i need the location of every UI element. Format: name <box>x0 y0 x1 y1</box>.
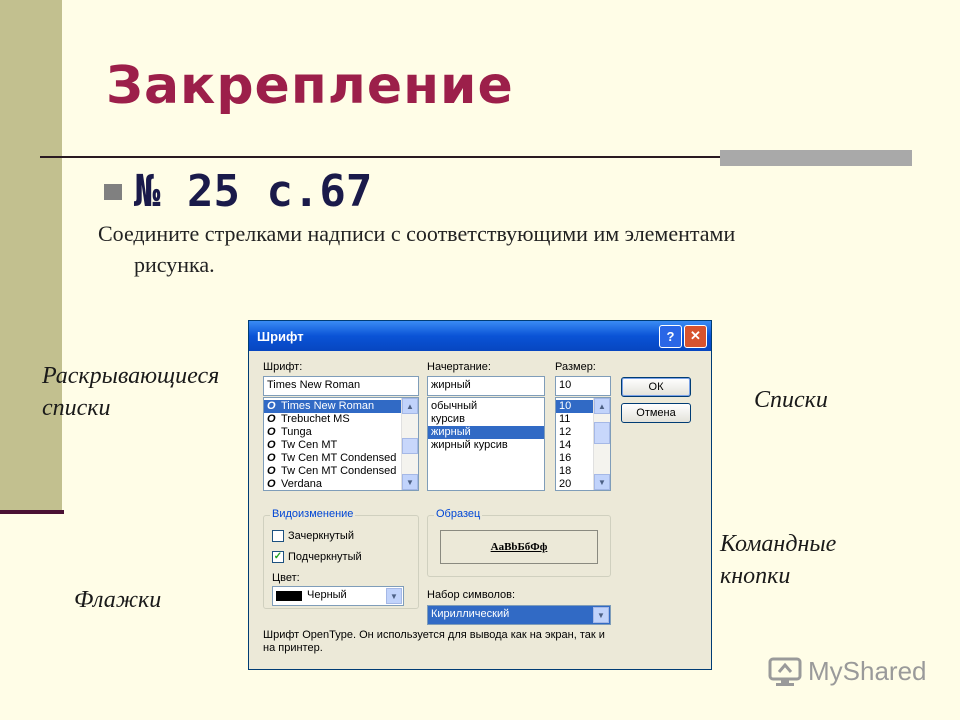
size-label: Размер: <box>555 361 596 373</box>
sample-preview: AaBbБбФф <box>440 530 598 564</box>
font-list-item-label: Tw Cen MT Condensed <box>281 452 397 464</box>
strikeout-label: Зачеркнутый <box>288 530 354 542</box>
scroll-up-icon[interactable]: ▲ <box>594 398 610 414</box>
scroll-thumb[interactable] <box>402 438 418 454</box>
opentype-font-icon: O <box>267 413 276 425</box>
opentype-font-icon: O <box>267 439 276 451</box>
scroll-down-icon[interactable]: ▼ <box>594 474 610 490</box>
font-list[interactable]: O Times New Roman O Trebuchet MS O Tunga O Tw C… <box>263 397 419 491</box>
font-list-item-label: Tw Cen MT <box>281 439 338 451</box>
ok-button[interactable]: ОК <box>621 377 691 397</box>
font-list-item[interactable]: O Verdana <box>264 478 418 490</box>
font-description: Шрифт OpenType. Он используется для выво… <box>263 629 605 654</box>
style-list-item-label: жирный <box>431 426 471 438</box>
font-name-field[interactable]: Times New Roman <box>263 376 419 396</box>
opentype-font-icon: O <box>267 400 276 412</box>
scroll-up-icon[interactable]: ▲ <box>402 398 418 414</box>
opentype-font-icon: O <box>267 426 276 438</box>
chevron-down-icon[interactable]: ▼ <box>386 588 402 604</box>
watermark-text: MyShared <box>808 656 927 686</box>
title-rule-accent <box>720 150 912 166</box>
color-select[interactable]: Черный ▼ <box>272 586 404 606</box>
screen-icon <box>768 657 802 687</box>
font-list-item[interactable]: O Tunga <box>264 426 418 439</box>
font-list-item-label: Times New Roman <box>281 400 375 412</box>
style-list-item-label: курсив <box>431 413 465 425</box>
cancel-button[interactable]: Отмена <box>621 403 691 423</box>
label-lists: Списки <box>754 387 828 413</box>
size-list-scrollbar[interactable]: ▲ ▼ <box>593 398 610 490</box>
charset-label: Набор символов: <box>427 589 516 601</box>
sample-text: AaBbБбФф <box>490 541 548 553</box>
strikeout-checkbox-row[interactable]: Зачеркнутый <box>272 530 354 543</box>
underline-checkbox-row[interactable]: ✓ Подчеркнутый <box>272 551 362 564</box>
font-list-item[interactable]: O Tw Cen MT <box>264 439 418 452</box>
opentype-font-icon: O <box>267 465 276 477</box>
font-label: Шрифт: <box>263 361 303 373</box>
strikeout-checkbox[interactable] <box>272 530 284 543</box>
font-list-scrollbar[interactable]: ▲ ▼ <box>401 398 418 490</box>
style-field[interactable]: жирный <box>427 376 545 396</box>
font-list-item[interactable]: O Tw Cen MT Condensed <box>264 465 418 478</box>
close-button[interactable]: ✕ <box>684 324 707 348</box>
charset-value: Кириллический <box>431 608 510 620</box>
opentype-font-icon: O <box>267 478 276 490</box>
watermark: MyShared <box>768 656 927 687</box>
size-list-item-label: 16 <box>559 452 572 464</box>
font-list-item[interactable]: O Tw Cen MT Condensed <box>264 452 418 465</box>
font-list-item[interactable]: O Times New Roman <box>264 400 418 413</box>
style-list-item[interactable]: курсив <box>428 413 544 426</box>
bullet-square <box>104 184 122 200</box>
font-list-item-label: Tunga <box>281 426 312 438</box>
instruction-text: Соедините стрелками надписи с соответств… <box>98 221 736 246</box>
label-checkboxes: Флажки <box>74 587 162 613</box>
underline-label: Подчеркнутый <box>288 551 362 563</box>
color-value: Черный <box>307 589 347 601</box>
underline-checkbox[interactable]: ✓ <box>272 551 284 564</box>
chevron-down-icon[interactable]: ▼ <box>593 607 609 623</box>
left-decor-band <box>0 0 62 512</box>
dialog-titlebar[interactable]: Шрифт ? ✕ <box>249 321 711 351</box>
slide-title: Закрепление <box>106 56 514 116</box>
effects-group: Видоизменение Зачеркнутый ✓ Подчеркнутый … <box>263 508 419 609</box>
sample-group: Образец AaBbБбФф <box>427 508 611 577</box>
font-dialog: Шрифт ? ✕ Шрифт: Times New Roman O Times … <box>248 320 712 670</box>
style-list-item-label: обычный <box>431 400 478 412</box>
size-list-item-label: 20 <box>559 478 572 490</box>
size-list-item-label: 10 <box>559 400 572 412</box>
font-list-item-label: Tw Cen MT Condensed <box>281 465 397 477</box>
style-list-item[interactable]: жирный <box>428 426 544 439</box>
effects-group-title: Видоизменение <box>270 508 356 520</box>
scroll-down-icon[interactable]: ▼ <box>402 474 418 490</box>
sample-group-title: Образец <box>434 508 483 520</box>
exercise-heading: № 25 с.67 <box>134 166 373 217</box>
style-list-item-label: жирный курсив <box>431 439 508 451</box>
charset-select[interactable]: Кириллический ▼ <box>427 605 611 625</box>
dialog-title: Шрифт <box>257 328 304 344</box>
color-swatch <box>276 591 302 601</box>
style-label: Начертание: <box>427 361 491 373</box>
left-decor-line <box>0 510 64 514</box>
font-list-item[interactable]: O Trebuchet MS <box>264 413 418 426</box>
size-list-item-label: 14 <box>559 439 572 451</box>
font-list-item-label: Trebuchet MS <box>281 413 350 425</box>
size-list-item-label: 11 <box>559 413 571 425</box>
label-dropdown-lists: Раскрывающиеся списки <box>42 363 220 421</box>
font-list-item-label: Verdana <box>281 478 322 490</box>
size-field[interactable]: 10 <box>555 376 611 396</box>
size-list-item-label: 18 <box>559 465 572 477</box>
style-list-item[interactable]: обычный <box>428 400 544 413</box>
size-list[interactable]: 10 11 12 14 16 18 20 ▲ ▼ <box>555 397 611 491</box>
style-list[interactable]: обычный курсив жирный жирный курсив <box>427 397 545 491</box>
instruction-text-cont: рисунка. <box>134 252 215 277</box>
opentype-font-icon: O <box>267 452 276 464</box>
color-label: Цвет: <box>272 572 300 584</box>
help-button[interactable]: ? <box>659 324 682 348</box>
scroll-thumb[interactable] <box>594 422 610 444</box>
label-command-buttons: Командные кнопки <box>720 531 837 589</box>
style-list-item[interactable]: жирный курсив <box>428 439 544 452</box>
size-list-item-label: 12 <box>559 426 572 438</box>
